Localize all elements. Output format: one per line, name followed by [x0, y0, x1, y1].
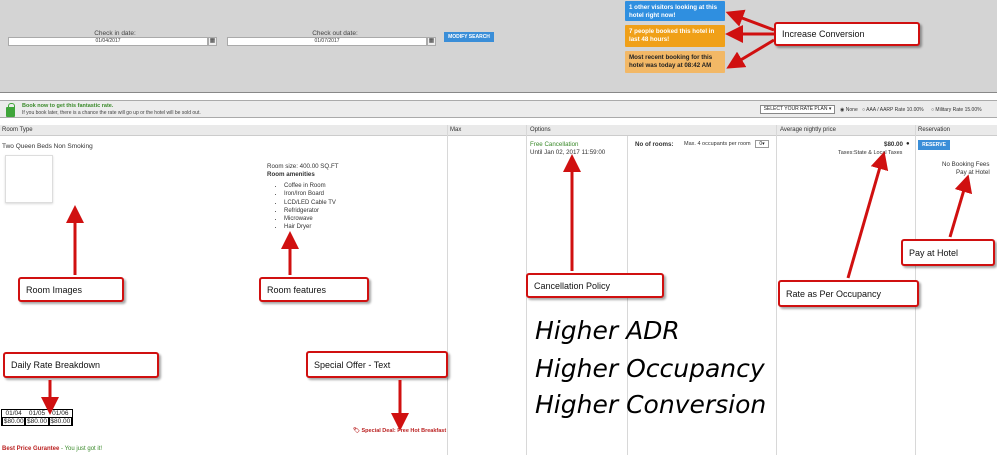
annotation-arrows	[41, 9, 973, 431]
arrow-to-recent	[726, 38, 775, 69]
arrow-to-visitors	[725, 9, 775, 32]
hotel-booking-page: Check in date: 01/04/2017 ▦ Check out da…	[0, 0, 997, 455]
arrow-to-pay-hotel	[948, 174, 973, 238]
arrow-to-price	[846, 151, 889, 279]
